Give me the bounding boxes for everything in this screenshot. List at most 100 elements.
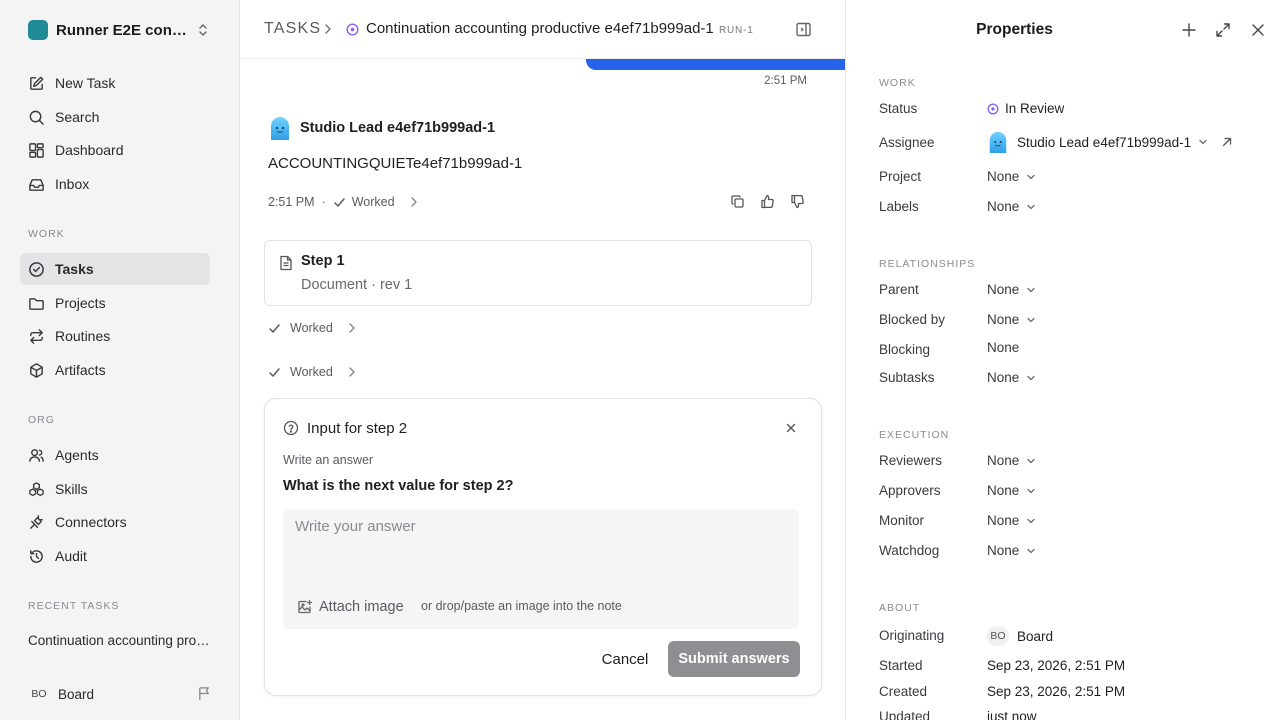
thumbs-down-icon[interactable] xyxy=(790,194,805,209)
previous-message-time: 2:51 PM xyxy=(764,75,807,87)
document-card[interactable]: Step 1 Document · rev 1 xyxy=(264,240,812,306)
agent-message-header: Studio Lead e4ef71b999ad-1 xyxy=(268,116,495,140)
attach-hint: or drop/paste an image into the note xyxy=(421,599,622,613)
section-label-work: WORK xyxy=(28,228,65,240)
project-label: Project xyxy=(879,169,922,184)
nav-search[interactable]: Search xyxy=(20,101,210,133)
close-icon[interactable] xyxy=(1250,22,1266,38)
worked-toggle[interactable]: Worked xyxy=(352,195,395,209)
message-meta: 2:51 PM · Worked xyxy=(268,194,419,210)
subtasks-label: Subtasks xyxy=(879,370,935,385)
recent-task-item[interactable]: Continuation accounting productive e4ef7… xyxy=(28,633,210,648)
status-in-review-icon xyxy=(987,103,999,115)
chevron-down-icon xyxy=(1026,203,1036,211)
originating-text: Board xyxy=(1017,628,1054,644)
chevron-down-icon xyxy=(1198,138,1208,146)
watchdog-value[interactable]: None xyxy=(987,543,1036,558)
project-value[interactable]: None xyxy=(987,169,1036,184)
nav-routines[interactable]: Routines xyxy=(20,320,210,352)
nav-agents[interactable]: Agents xyxy=(20,439,210,471)
worked-row[interactable]: Worked xyxy=(268,320,357,336)
attach-image-button[interactable]: Attach image xyxy=(297,597,404,617)
external-link-icon[interactable] xyxy=(1222,137,1232,147)
blocked-by-value[interactable]: None xyxy=(987,312,1036,327)
chevron-down-icon xyxy=(1026,487,1036,495)
workspace-switcher[interactable]: Runner E2E continuation xyxy=(28,19,218,41)
created-value: Sep 23, 2026, 2:51 PM xyxy=(987,684,1126,699)
chevron-down-icon xyxy=(1026,316,1036,324)
sidebar: Runner E2E continuation New Task Search … xyxy=(0,0,240,720)
cancel-button[interactable]: Cancel xyxy=(589,641,661,677)
status-value[interactable]: In Review xyxy=(987,101,1064,116)
status-text: In Review xyxy=(1005,101,1065,116)
nav-label: Connectors xyxy=(55,514,127,530)
worked-row[interactable]: Worked xyxy=(268,364,357,380)
chevron-up-down-icon xyxy=(196,22,210,38)
chevron-down-icon xyxy=(1026,374,1036,382)
labels-value[interactable]: None xyxy=(987,199,1036,214)
nav-audit[interactable]: Audit xyxy=(20,540,210,572)
section-label-recent: RECENT TASKS xyxy=(28,600,120,612)
answer-input[interactable] xyxy=(295,518,785,558)
workspace-logo xyxy=(28,20,48,40)
meta-separator: · xyxy=(321,195,326,209)
folder-icon xyxy=(28,295,45,312)
nav-label: Dashboard xyxy=(55,142,124,158)
nav-new-task[interactable]: New Task xyxy=(20,67,210,99)
document-icon xyxy=(279,255,293,271)
nav-connectors[interactable]: Connectors xyxy=(20,506,210,538)
plug-icon xyxy=(28,514,45,531)
agent-avatar-icon xyxy=(987,131,1009,153)
originating-avatar: BO xyxy=(987,626,1009,646)
agent-name: Studio Lead e4ef71b999ad-1 xyxy=(300,120,496,136)
chevron-down-icon xyxy=(1026,173,1036,181)
reviewers-text: None xyxy=(987,453,1020,468)
nav-label: Inbox xyxy=(55,176,90,192)
attach-image-label: Attach image xyxy=(319,599,404,615)
nav-projects[interactable]: Projects xyxy=(20,287,210,319)
document-title: Step 1 xyxy=(301,253,345,269)
nav-skills[interactable]: Skills xyxy=(20,473,210,505)
monitor-value[interactable]: None xyxy=(987,513,1036,528)
started-label: Started xyxy=(879,658,923,673)
breadcrumb-tasks[interactable]: TASKS xyxy=(264,20,321,38)
nav-tasks[interactable]: Tasks xyxy=(20,253,210,285)
chevron-right-icon[interactable] xyxy=(409,196,419,208)
created-label: Created xyxy=(879,684,928,699)
close-icon[interactable] xyxy=(785,422,797,434)
updated-label: Updated xyxy=(879,709,931,720)
boxes-icon xyxy=(28,481,45,498)
assignee-value[interactable]: Studio Lead e4ef71b999ad-1 xyxy=(987,131,1232,153)
nav-artifacts[interactable]: Artifacts xyxy=(20,354,210,386)
approvers-value[interactable]: None xyxy=(987,483,1036,498)
subtasks-text: None xyxy=(987,370,1020,385)
nav-label: Skills xyxy=(55,481,88,497)
subtasks-value[interactable]: None xyxy=(987,370,1036,385)
approvers-text: None xyxy=(987,483,1020,498)
labels-label: Labels xyxy=(879,199,919,214)
expand-icon[interactable] xyxy=(1215,22,1231,38)
sidebar-user[interactable]: BO Board xyxy=(28,684,218,704)
parent-value[interactable]: None xyxy=(987,282,1036,297)
nav-inbox[interactable]: Inbox xyxy=(20,168,210,200)
started-value: Sep 23, 2026, 2:51 PM xyxy=(987,658,1126,673)
parent-label: Parent xyxy=(879,282,919,297)
answer-box: Attach image or drop/paste an image into… xyxy=(283,509,799,629)
submit-answers-button[interactable]: Submit answers xyxy=(668,641,800,677)
nav-label: Routines xyxy=(55,328,111,344)
nav-dashboard[interactable]: Dashboard xyxy=(20,134,210,166)
flag-icon[interactable] xyxy=(197,686,212,701)
thumbs-up-icon[interactable] xyxy=(760,194,775,209)
check-icon xyxy=(268,366,281,379)
answer-label: Write an answer xyxy=(283,453,374,467)
plus-icon[interactable] xyxy=(1181,22,1197,38)
reviewers-value[interactable]: None xyxy=(987,453,1036,468)
copy-icon[interactable] xyxy=(730,194,745,209)
check-icon xyxy=(268,322,281,335)
panel-right-icon[interactable] xyxy=(795,21,812,38)
monitor-label: Monitor xyxy=(879,513,925,528)
chevron-down-icon xyxy=(1026,286,1036,294)
assignee-text: Studio Lead e4ef71b999ad-1 xyxy=(1017,134,1192,150)
parent-text: None xyxy=(987,282,1020,297)
run-tag: RUN-1 xyxy=(719,25,754,36)
